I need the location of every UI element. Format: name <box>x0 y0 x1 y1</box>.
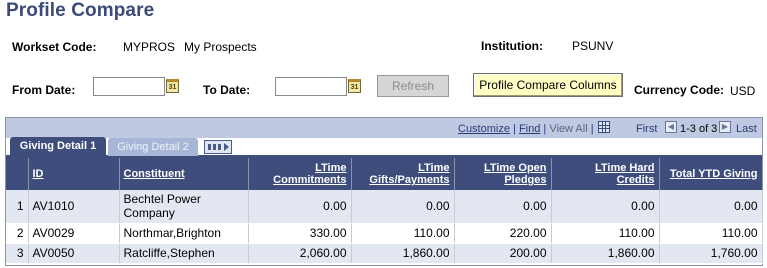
currency-code-value: USD <box>730 84 756 98</box>
to-date-calendar-icon[interactable]: 31 <box>348 79 361 93</box>
customize-link[interactable]: Customize <box>458 123 510 135</box>
cell-ltime-open-pledges: 220.00 <box>454 223 552 244</box>
column-header-total-ytd-giving[interactable]: Total YTD Giving <box>659 158 763 190</box>
cell-constituent: Northmar,Brighton <box>119 223 249 244</box>
last-link[interactable]: Last <box>736 123 757 135</box>
cell-ltime-commitments: 0.00 <box>248 190 352 224</box>
column-header-ltime-open-pledges[interactable]: LTime Open Pledges <box>454 158 552 190</box>
row-number-header <box>6 158 29 190</box>
table-row: 2 AV0029 Northmar,Brighton 330.00 110.00… <box>6 223 763 244</box>
cell-ltime-commitments: 2,060.00 <box>248 243 352 264</box>
to-date-label: To Date: <box>203 83 251 97</box>
cell-id: AV1010 <box>28 190 120 224</box>
table-row: 3 AV0050 Ratcliffe,Stephen 2,060.00 1,86… <box>6 243 763 264</box>
cell-ltime-gifts-payments: 0.00 <box>351 190 455 224</box>
cell-ltime-hard-credits: 1,860.00 <box>551 243 660 264</box>
cell-ltime-gifts-payments: 110.00 <box>351 223 455 244</box>
next-arrow-icon[interactable]: ▶ <box>719 121 731 133</box>
cell-constituent: Bechtel Power Company <box>119 190 249 224</box>
column-header-ltime-commitments[interactable]: LTime Commitments <box>248 158 352 190</box>
to-date-input[interactable] <box>275 77 347 96</box>
row-number: 2 <box>6 223 29 244</box>
cell-constituent: Ratcliffe,Stephen <box>119 243 249 264</box>
cell-id: AV0029 <box>28 223 120 244</box>
refresh-button[interactable]: Refresh <box>377 75 449 97</box>
institution-value: PSUNV <box>572 39 614 53</box>
workset-code-label: Workset Code: <box>12 40 97 54</box>
column-header-ltime-hard-credits[interactable]: LTime Hard Credits <box>551 158 660 190</box>
row-range: 1-3 of 3 <box>680 123 718 135</box>
row-number: 3 <box>6 243 29 264</box>
workset-description: My Prospects <box>184 40 257 54</box>
currency-code-label: Currency Code: <box>634 83 725 97</box>
nav-separator: | <box>543 123 547 135</box>
tab-giving-detail-1[interactable]: Giving Detail 1 <box>10 137 106 156</box>
download-grid-icon[interactable] <box>598 121 610 133</box>
view-all-link[interactable]: View All <box>549 123 587 135</box>
column-header-constituent[interactable]: Constituent <box>119 158 249 190</box>
nav-separator: | <box>590 123 594 135</box>
column-header-ltime-gifts-payments[interactable]: LTime Gifts/Payments <box>351 158 455 190</box>
cell-ltime-hard-credits: 110.00 <box>551 223 660 244</box>
cell-ltime-hard-credits: 0.00 <box>551 190 660 224</box>
nav-separator: | <box>513 123 516 135</box>
first-link[interactable]: First <box>636 123 657 135</box>
giving-detail-table: ID Constituent LTime Commitments LTime G… <box>6 158 763 264</box>
from-date-label: From Date: <box>12 83 76 97</box>
find-link[interactable]: Find <box>519 123 540 135</box>
cell-total-ytd-giving: 1,760.00 <box>659 243 763 264</box>
cell-ltime-gifts-payments: 1,860.00 <box>351 243 455 264</box>
table-header-row: ID Constituent LTime Commitments LTime G… <box>6 158 763 190</box>
cell-ltime-open-pledges: 0.00 <box>454 190 552 224</box>
from-date-input[interactable] <box>93 77 165 96</box>
show-all-columns-icon[interactable] <box>204 140 232 154</box>
grid-nav-links: Customize | Find | View All | <box>458 123 594 135</box>
table-row: 1 AV1010 Bechtel Power Company 0.00 0.00… <box>6 190 763 224</box>
cell-total-ytd-giving: 0.00 <box>659 190 763 224</box>
profile-compare-columns-button[interactable]: Profile Compare Columns <box>473 73 623 97</box>
tab-giving-detail-2[interactable]: Giving Detail 2 <box>108 138 198 156</box>
column-header-id[interactable]: ID <box>28 158 120 190</box>
page-title: Profile Compare <box>6 0 155 21</box>
previous-arrow-icon[interactable]: ◀ <box>665 121 677 133</box>
row-number: 1 <box>6 190 29 224</box>
cell-total-ytd-giving: 110.00 <box>659 223 763 244</box>
from-date-calendar-icon[interactable]: 31 <box>166 79 179 93</box>
cell-ltime-open-pledges: 200.00 <box>454 243 552 264</box>
cell-id: AV0050 <box>28 243 120 264</box>
institution-label: Institution: <box>481 39 543 53</box>
cell-ltime-commitments: 330.00 <box>248 223 352 244</box>
workset-code-value: MYPROS <box>123 40 176 54</box>
